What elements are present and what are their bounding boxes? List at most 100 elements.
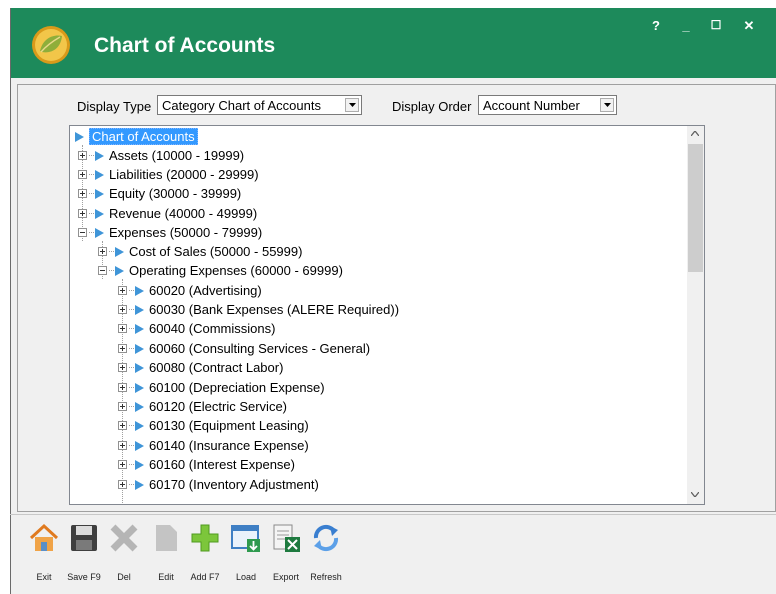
tree-node-label[interactable]: Equity (30000 - 39999) <box>109 186 241 201</box>
tree-node-label[interactable]: 60160 (Interest Expense) <box>149 457 295 472</box>
tree-node-operating-expenses[interactable]: Operating Expenses (60000 - 69999) <box>98 261 343 280</box>
edit-page-icon <box>156 525 177 551</box>
expand-icon[interactable] <box>118 363 127 372</box>
save-disk-icon <box>71 525 97 551</box>
tree-node-account[interactable]: 60140 (Insurance Expense) <box>118 436 309 455</box>
expand-icon[interactable] <box>78 151 87 160</box>
tree-node-label[interactable]: Expenses (50000 - 79999) <box>109 225 262 240</box>
expand-icon[interactable] <box>118 441 127 450</box>
expand-icon[interactable] <box>118 383 127 392</box>
expand-icon[interactable] <box>118 324 127 333</box>
node-triangle-icon <box>135 343 144 354</box>
add-plus-icon <box>191 524 219 552</box>
expand-icon[interactable] <box>98 247 107 256</box>
tree-node-label[interactable]: 60030 (Bank Expenses (ALERE Required)) <box>149 302 399 317</box>
toolbar: Exit Save F9 Del Edit Add F7 Load Export… <box>0 506 766 586</box>
expand-icon[interactable] <box>118 344 127 353</box>
tree-node-root[interactable]: Chart of Accounts <box>72 127 198 146</box>
display-type-select[interactable]: Category Chart of Accounts <box>157 95 362 115</box>
tree-node-equity[interactable]: Equity (30000 - 39999) <box>78 184 241 203</box>
home-icon <box>29 523 59 551</box>
tree-node-label[interactable]: Assets (10000 - 19999) <box>109 148 244 163</box>
node-triangle-icon <box>95 169 104 180</box>
chevron-down-icon[interactable] <box>345 98 359 112</box>
tree-node-label[interactable]: 60020 (Advertising) <box>149 283 262 298</box>
tree-node-account[interactable]: 60080 (Contract Labor) <box>118 358 283 377</box>
expand-icon[interactable] <box>118 402 127 411</box>
tree-node-label[interactable]: 60060 (Consulting Services - General) <box>149 341 370 356</box>
refresh-label: Refresh <box>310 572 342 582</box>
tree-node-label[interactable]: 60040 (Commissions) <box>149 321 275 336</box>
node-triangle-icon <box>135 362 144 373</box>
tree-node-revenue[interactable]: Revenue (40000 - 49999) <box>78 204 257 223</box>
account-tree[interactable]: Chart of Accounts Assets (10000 - 19999)… <box>69 125 705 505</box>
node-triangle-icon <box>135 401 144 412</box>
export-excel-icon <box>273 524 300 552</box>
tree-node-label[interactable]: 60170 (Inventory Adjustment) <box>149 477 319 492</box>
node-triangle-icon <box>95 227 104 238</box>
tree-node-cost-of-sales[interactable]: Cost of Sales (50000 - 55999) <box>98 242 302 261</box>
minimize-button[interactable]: _ <box>676 18 696 33</box>
display-order-select[interactable]: Account Number <box>478 95 617 115</box>
scroll-down-icon[interactable] <box>691 492 699 497</box>
node-triangle-icon <box>135 420 144 431</box>
close-button[interactable]: ✕ <box>739 18 759 34</box>
tree-node-label[interactable]: 60100 (Depreciation Expense) <box>149 380 325 395</box>
expand-icon[interactable] <box>78 189 87 198</box>
node-triangle-icon <box>75 131 84 142</box>
tree-node-label[interactable]: 60130 (Equipment Leasing) <box>149 418 309 433</box>
tree-node-account[interactable]: 60030 (Bank Expenses (ALERE Required)) <box>118 300 399 319</box>
load-window-icon <box>231 525 260 552</box>
node-triangle-icon <box>135 382 144 393</box>
title-bar: Chart of Accounts ? _ ☐ ✕ <box>11 8 776 78</box>
tree-node-label[interactable]: 60140 (Insurance Expense) <box>149 438 309 453</box>
tree-node-account[interactable]: 60020 (Advertising) <box>118 281 262 300</box>
chevron-down-icon[interactable] <box>600 98 614 112</box>
node-triangle-icon <box>95 208 104 219</box>
tree-node-account[interactable]: 60040 (Commissions) <box>118 319 275 338</box>
node-triangle-icon <box>135 440 144 451</box>
window-title: Chart of Accounts <box>94 34 276 57</box>
tree-node-label[interactable]: 60120 (Electric Service) <box>149 399 287 414</box>
collapse-icon[interactable] <box>78 228 87 237</box>
tree-node-account[interactable]: 60060 (Consulting Services - General) <box>118 339 370 358</box>
display-type-label: Display Type <box>77 99 152 114</box>
expand-icon[interactable] <box>78 170 87 179</box>
tree-node-label[interactable]: Chart of Accounts <box>89 128 198 145</box>
tree-node-account[interactable]: 60160 (Interest Expense) <box>118 455 295 474</box>
tree-node-account[interactable]: 60130 (Equipment Leasing) <box>118 416 309 435</box>
maximize-button[interactable]: ☐ <box>706 18 726 32</box>
tree-node-account[interactable]: 60120 (Electric Service) <box>118 397 287 416</box>
tree-node-label[interactable]: Revenue (40000 - 49999) <box>109 206 257 221</box>
expand-icon[interactable] <box>118 460 127 469</box>
vertical-scrollbar[interactable] <box>687 126 704 504</box>
expand-icon[interactable] <box>118 305 127 314</box>
refresh-arrows-icon <box>313 524 339 552</box>
app-logo-icon <box>32 26 70 64</box>
node-triangle-icon <box>135 285 144 296</box>
node-triangle-icon <box>135 304 144 315</box>
tree-node-label[interactable]: 60080 (Contract Labor) <box>149 360 283 375</box>
tree-node-assets[interactable]: Assets (10000 - 19999) <box>78 146 244 165</box>
tree-node-liabilities[interactable]: Liabilities (20000 - 29999) <box>78 165 259 184</box>
expand-icon[interactable] <box>78 209 87 218</box>
delete-x-icon <box>110 524 138 552</box>
expand-icon[interactable] <box>118 286 127 295</box>
node-triangle-icon <box>135 479 144 490</box>
node-triangle-icon <box>115 265 124 276</box>
tree-node-label[interactable]: Cost of Sales (50000 - 55999) <box>129 244 302 259</box>
tree-node-account[interactable]: 60100 (Depreciation Expense) <box>118 378 325 397</box>
tree-node-account[interactable]: 60170 (Inventory Adjustment) <box>118 475 319 494</box>
node-triangle-icon <box>115 246 124 257</box>
node-triangle-icon <box>135 459 144 470</box>
display-order-value: Account Number <box>483 98 580 113</box>
scrollbar-thumb[interactable] <box>688 144 703 272</box>
expand-icon[interactable] <box>118 480 127 489</box>
collapse-icon[interactable] <box>98 266 107 275</box>
tree-node-label[interactable]: Operating Expenses (60000 - 69999) <box>129 263 343 278</box>
tree-node-label[interactable]: Liabilities (20000 - 29999) <box>109 167 259 182</box>
scroll-up-icon[interactable] <box>691 131 699 136</box>
expand-icon[interactable] <box>118 421 127 430</box>
help-button[interactable]: ? <box>646 18 666 33</box>
tree-node-expenses[interactable]: Expenses (50000 - 79999) <box>78 223 262 242</box>
